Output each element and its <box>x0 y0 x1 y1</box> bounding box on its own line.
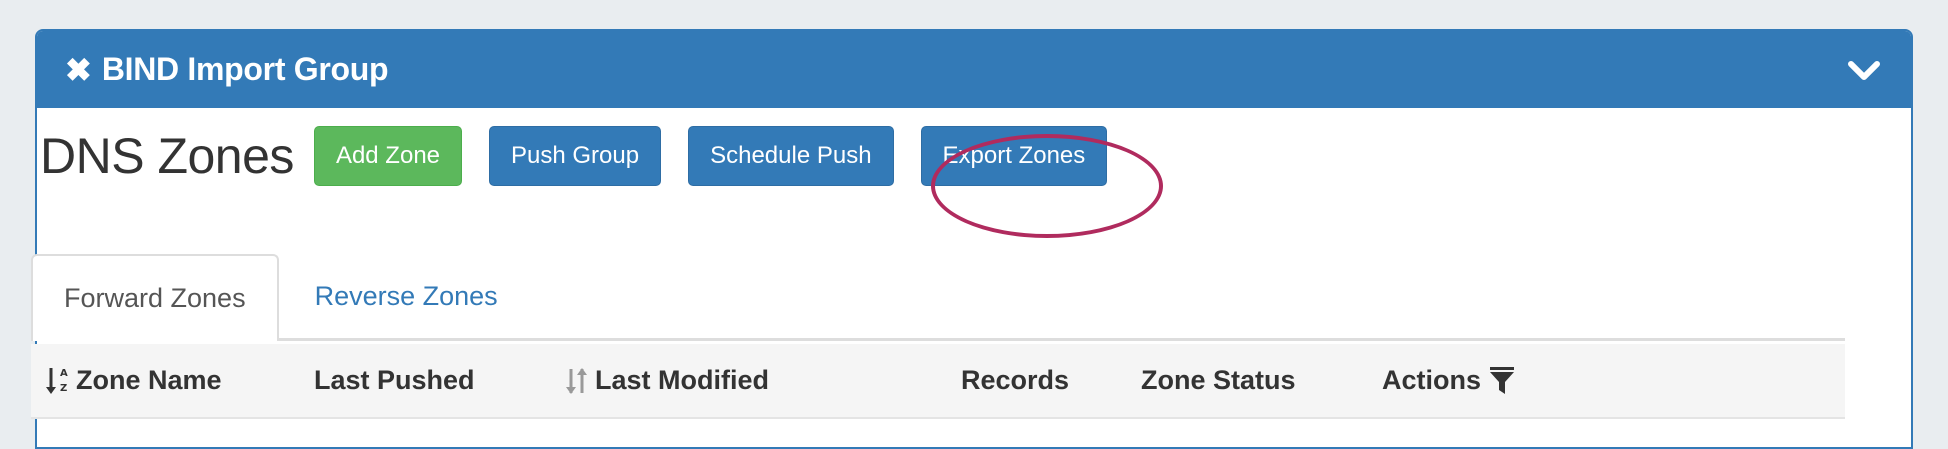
panel-header: ✖ BIND Import Group <box>37 31 1911 108</box>
page-title: DNS Zones <box>40 128 294 184</box>
column-zone-status[interactable]: Zone Status <box>1141 344 1296 417</box>
svg-text:A: A <box>60 368 68 379</box>
column-records[interactable]: Records <box>961 344 1069 417</box>
panel-title: BIND Import Group <box>101 51 389 87</box>
column-actions-label: Actions <box>1382 365 1482 395</box>
zone-tabs: Forward Zones Reverse Zones <box>31 227 1845 341</box>
column-actions: Actions <box>1382 344 1515 417</box>
close-icon[interactable]: ✖ <box>65 54 92 86</box>
column-last-pushed-label: Last Pushed <box>314 365 475 395</box>
zones-table-header: A Z Zone Name Last Pushed Last Modified … <box>31 344 1845 419</box>
export-zones-button[interactable]: Export Zones <box>920 126 1108 186</box>
tab-forward-zones[interactable]: Forward Zones <box>31 254 279 341</box>
column-last-modified-label: Last Modified <box>595 365 769 395</box>
column-zone-name[interactable]: A Z Zone Name <box>45 344 222 417</box>
sort-alpha-asc-icon[interactable]: A Z <box>45 365 72 397</box>
tab-reverse-zones[interactable]: Reverse Zones <box>279 254 528 338</box>
sort-icon[interactable] <box>564 365 591 397</box>
column-zone-status-label: Zone Status <box>1141 365 1296 395</box>
push-group-button[interactable]: Push Group <box>489 126 662 186</box>
zones-toolbar: DNS Zones Add Zone Push Group Schedule P… <box>40 126 1948 186</box>
column-zone-name-label: Zone Name <box>76 365 222 395</box>
svg-text:Z: Z <box>60 383 67 394</box>
add-zone-button[interactable]: Add Zone <box>313 126 463 186</box>
filter-icon[interactable] <box>1489 366 1515 396</box>
column-last-pushed[interactable]: Last Pushed <box>314 344 475 417</box>
column-records-label: Records <box>961 365 1070 395</box>
chevron-down-icon[interactable] <box>1847 53 1881 87</box>
schedule-push-button[interactable]: Schedule Push <box>688 126 894 186</box>
column-last-modified[interactable]: Last Modified <box>564 344 769 417</box>
